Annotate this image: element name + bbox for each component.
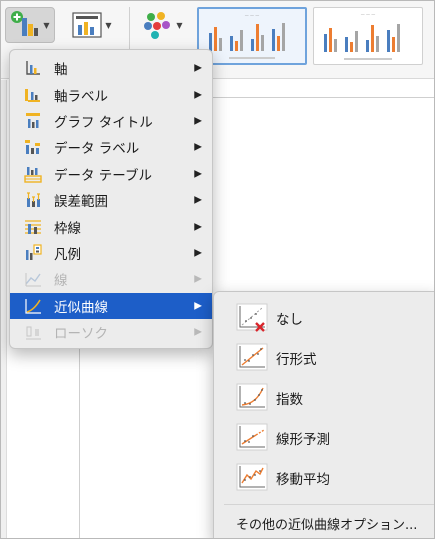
up-down-bars-icon [24,323,42,341]
change-colors-icon [144,12,171,39]
menu-item-label: 誤差範囲 [54,194,108,211]
trendline-linear-option[interactable]: 行形式 [214,340,434,376]
trendline-exponential-option[interactable]: 指数 [214,380,434,416]
lines-icon [24,270,42,288]
submenu-arrow-icon: ▶ [194,326,202,338]
trendline-linear-forecast-option[interactable]: 線形予測 [214,420,434,456]
menu-item-chart-title[interactable]: グラフ タイトル ▶ [10,108,212,134]
data-table-icon [24,165,42,183]
chevron-down-icon: ▼ [43,20,50,30]
trendline-linear-forecast-icon [236,423,268,451]
submenu-arrow-icon: ▶ [194,168,202,180]
menu-item-label: 枠線 [54,220,81,237]
menu-item-label: データ テーブル [54,167,152,184]
submenu-arrow-icon: ▶ [194,89,202,101]
chart-style-2[interactable]: — — — [313,7,423,65]
chevron-down-icon: ▼ [105,20,112,30]
submenu-item-label: 線形予測 [276,432,330,448]
submenu-item-label: なし [276,312,303,328]
trendline-linear-icon [236,343,268,371]
submenu-arrow-icon: ▶ [194,273,202,285]
submenu-arrow-icon: ▶ [194,141,202,153]
menu-item-up-down-bars: ローソク ▶ [10,319,212,345]
menu-item-legend[interactable]: 凡例 ▶ [10,240,212,266]
axis-titles-icon [24,86,42,104]
menu-item-label: グラフ タイトル [54,114,153,131]
menu-item-error-bars[interactable]: 誤差範囲 ▶ [10,187,212,213]
vertical-ruler [1,80,7,538]
menu-item-label: 軸ラベル [54,88,108,105]
window: ▼ ▼ ▼ — — — — — — 軸 ▶ 軸ラベル ▶ グラフ タイトル ▶ … [0,0,435,539]
trendline-submenu: なし 行形式 指数 線形予測 移動平均 その他の近似曲線オプション... [213,291,434,538]
menu-item-data-table[interactable]: データ テーブル ▶ [10,161,212,187]
chart-styles-gallery: — — — — — — [197,7,434,71]
axes-icon [24,59,42,77]
submenu-item-label: 行形式 [276,352,317,368]
menu-item-data-labels[interactable]: データ ラベル ▶ [10,134,212,160]
chevron-down-icon: ▼ [176,20,183,30]
chart-style-1[interactable]: — — — [197,7,307,65]
data-labels-icon [24,138,42,156]
add-chart-element-button[interactable]: ▼ [5,7,55,43]
trendline-exponential-icon [236,383,268,411]
submenu-item-label: 移動平均 [276,472,330,488]
menu-item-label: ローソク [54,326,108,343]
legend-icon [24,244,42,262]
gridlines-icon [24,218,42,236]
menu-separator [224,504,434,505]
trendline-moving-average-option[interactable]: 移動平均 [214,460,434,496]
menu-item-axis-titles[interactable]: 軸ラベル ▶ [10,81,212,107]
chart-title-icon [24,112,42,130]
change-colors-button[interactable]: ▼ [137,7,189,43]
trendline-icon [24,297,42,315]
menu-item-axes[interactable]: 軸 ▶ [10,55,212,81]
submenu-arrow-icon: ▶ [194,115,202,127]
menu-item-label: 凡例 [54,246,81,263]
submenu-arrow-icon: ▶ [194,62,202,74]
more-trendline-options[interactable]: その他の近似曲線オプション... [214,508,434,538]
submenu-arrow-icon: ▶ [194,194,202,206]
trendline-moving-average-icon [236,463,268,491]
submenu-arrow-icon: ▶ [194,221,202,233]
menu-item-gridlines[interactable]: 枠線 ▶ [10,213,212,239]
menu-item-lines: 線 ▶ [10,266,212,292]
add-chart-element-icon [11,11,39,36]
menu-item-trendline[interactable]: 近似曲線 ▶ [10,292,212,319]
menu-item-label: データ ラベル [54,141,140,158]
add-chart-element-menu: 軸 ▶ 軸ラベル ▶ グラフ タイトル ▶ データ ラベル ▶ データ テーブル… [9,49,213,349]
trendline-none-icon [236,303,268,332]
menu-item-label: 線 [54,273,68,290]
submenu-item-label: 指数 [276,392,303,408]
submenu-arrow-icon: ▶ [194,247,202,259]
trendline-none-option[interactable]: なし [214,300,434,336]
quick-layout-button[interactable]: ▼ [67,7,117,43]
quick-layout-icon [72,12,103,38]
submenu-arrow-icon: ▶ [194,300,202,312]
menu-item-label: 近似曲線 [54,299,108,316]
error-bars-icon [24,191,42,209]
menu-item-label: 軸 [54,62,68,79]
